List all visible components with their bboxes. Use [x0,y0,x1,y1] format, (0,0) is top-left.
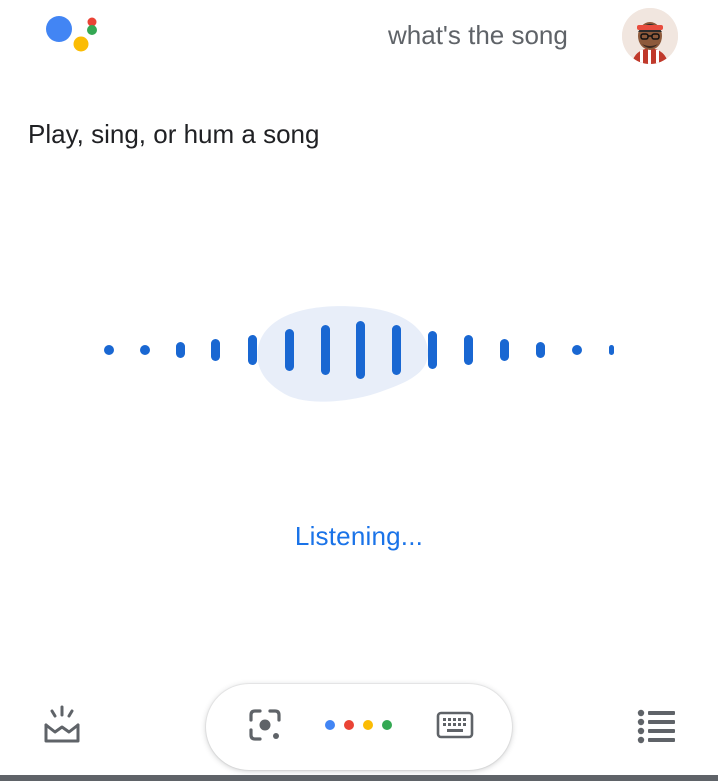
updates-inbox-icon [40,703,84,752]
list-menu-icon [637,708,677,749]
waveform-bar [356,321,365,379]
listening-status: Listening... [294,521,424,551]
waveform-highlight-blob [257,306,429,402]
waveform-bar [536,342,545,358]
query-text[interactable]: what's the song [388,20,568,51]
updates-button[interactable] [36,701,88,753]
prompt-text: Play, sing, or hum a song [28,119,320,149]
waveform-bar [248,335,257,365]
menu-button[interactable] [632,704,682,752]
assistant-input-pill [206,684,512,770]
lens-button[interactable] [242,704,288,750]
waveform-bar [176,342,185,358]
bottom-edge [0,775,718,781]
waveform-bar [211,339,220,361]
waveform-dot [572,345,582,355]
waveform-bar [464,335,473,365]
google-assistant-logo-icon [44,8,100,64]
waveform-dot [104,345,114,355]
user-avatar-icon[interactable] [622,8,678,64]
waveform-dot [140,345,150,355]
waveform-bar [285,329,294,371]
waveform-bar [392,325,401,375]
keyboard-icon [436,711,474,744]
bottom-bar [0,676,718,781]
waveform-bar [609,345,614,355]
assistant-dots-icon [322,715,396,740]
waveform-bar [321,325,330,375]
waveform-bar [428,331,437,369]
keyboard-button[interactable] [432,704,478,750]
google-lens-icon [247,707,283,748]
waveform-bar [500,339,509,361]
assistant-dots-button[interactable] [318,710,400,744]
listening-waveform [90,290,630,410]
